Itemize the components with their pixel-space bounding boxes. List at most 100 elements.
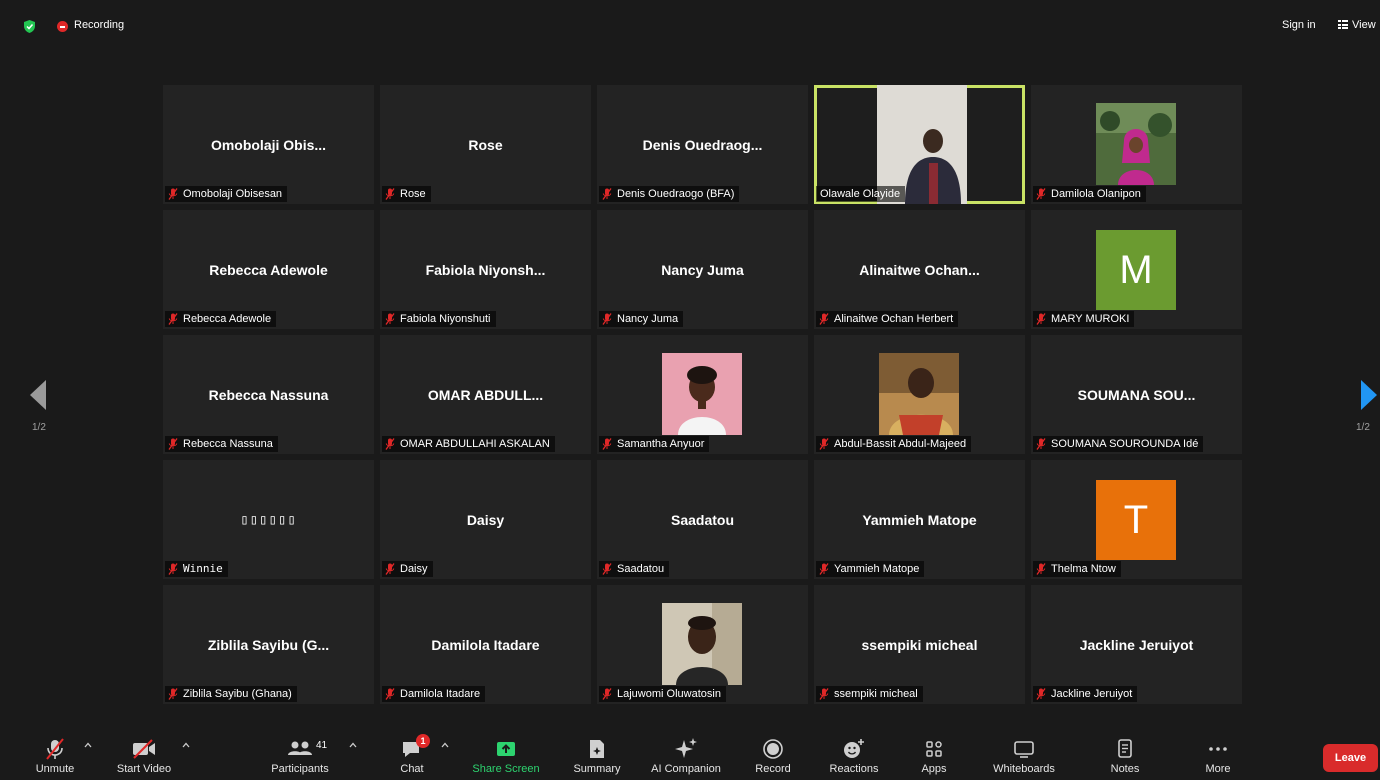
- participant-tile[interactable]: Rose Rose: [380, 85, 591, 204]
- summary-icon: [590, 740, 604, 758]
- participants-chevron-icon[interactable]: [349, 742, 357, 748]
- participant-display-name: Rebecca Nassuna: [208, 387, 329, 403]
- participant-tile[interactable]: Fabiola Niyonsh... Fabiola Niyonshuti: [380, 210, 591, 329]
- participant-name: Omobolaji Obisesan: [183, 188, 283, 200]
- participant-display-name: Damilola Itadare: [431, 637, 540, 653]
- participant-name-label: Lajuwomi Oluwatosin: [599, 686, 726, 702]
- share-screen-label: Share Screen: [472, 763, 540, 775]
- participant-avatar: T: [1096, 480, 1176, 560]
- participant-display-name: Denis Ouedraog...: [642, 137, 763, 153]
- record-button[interactable]: Record: [748, 728, 798, 780]
- chat-chevron-icon[interactable]: [441, 742, 449, 748]
- apps-button[interactable]: Apps: [912, 728, 956, 780]
- participant-name-label: Daisy: [382, 561, 433, 577]
- previous-page-arrow-icon[interactable]: [30, 380, 46, 410]
- participant-tile[interactable]: Denis Ouedraog... Denis Ouedraogo (BFA): [597, 85, 808, 204]
- participant-tile[interactable]: Rebecca Adewole Rebecca Adewole: [163, 210, 374, 329]
- participant-display-name: SOUMANA SOU...: [1077, 387, 1196, 403]
- participant-tile[interactable]: Omobolaji Obis... Omobolaji Obisesan: [163, 85, 374, 204]
- page-indicator-right: 1/2: [1356, 422, 1370, 433]
- participant-tile[interactable]: Jackline Jeruiyot Jackline Jeruiyot: [1031, 585, 1242, 704]
- muted-microphone-icon: [602, 688, 612, 700]
- participant-name: Alinaitwe Ochan Herbert: [834, 313, 954, 325]
- start-video-button[interactable]: Start Video: [112, 728, 176, 780]
- participant-name: Rebecca Nassuna: [183, 438, 273, 450]
- muted-microphone-icon: [385, 313, 395, 325]
- participant-name-label: ssempiki micheal: [816, 686, 923, 702]
- participant-name: Jackline Jeruiyot: [1051, 688, 1133, 700]
- record-label: Record: [755, 763, 791, 775]
- participant-display-name: Nancy Juma: [661, 262, 744, 278]
- leave-button[interactable]: Leave: [1323, 744, 1378, 772]
- participant-tile[interactable]: Samantha Anyuor: [597, 335, 808, 454]
- participant-name-label: Alinaitwe Ochan Herbert: [816, 311, 959, 327]
- audio-options-chevron-icon[interactable]: [84, 742, 92, 748]
- next-page-arrow-icon[interactable]: [1361, 380, 1377, 410]
- muted-microphone-icon: [819, 688, 829, 700]
- participant-display-name: OMAR ABDULL...: [427, 387, 544, 403]
- whiteboards-label: Whiteboards: [993, 763, 1055, 775]
- summary-button[interactable]: Summary: [566, 728, 628, 780]
- recording-icon: [57, 21, 68, 32]
- apps-label: Apps: [921, 763, 947, 775]
- more-button[interactable]: More: [1198, 728, 1238, 780]
- participant-tile[interactable]: Abdul-Bassit Abdul-Majeed: [814, 335, 1025, 454]
- participant-tile[interactable]: Lajuwomi Oluwatosin: [597, 585, 808, 704]
- participant-tile[interactable]: Damilola Itadare Damilola Itadare: [380, 585, 591, 704]
- unmute-button[interactable]: Unmute: [28, 728, 82, 780]
- participant-tile[interactable]: ssempiki micheal ssempiki micheal: [814, 585, 1025, 704]
- reactions-button[interactable]: Reactions: [822, 728, 886, 780]
- participant-name: Saadatou: [617, 563, 665, 575]
- whiteboards-button[interactable]: Whiteboards: [984, 728, 1064, 780]
- top-bar: Recording Sign in View: [0, 0, 1380, 50]
- participant-tile[interactable]: Ziblila Sayibu (G... Ziblila Sayibu (Ghan…: [163, 585, 374, 704]
- notes-button[interactable]: Notes: [1102, 728, 1148, 780]
- share-screen-button[interactable]: Share Screen: [468, 728, 544, 780]
- participant-tile[interactable]: M MARY MUROKI: [1031, 210, 1242, 329]
- participants-icon: [288, 741, 312, 755]
- ai-companion-button[interactable]: AI Companion: [644, 728, 728, 780]
- participant-display-name: Daisy: [466, 512, 505, 528]
- participant-name-label: Olawale Olayide: [816, 186, 906, 202]
- participant-name-label: Rebecca Nassuna: [165, 436, 278, 452]
- participant-name-label: Jackline Jeruiyot: [1033, 686, 1138, 702]
- participant-display-name: Yammieh Matope: [862, 512, 977, 528]
- chat-label: Chat: [400, 763, 424, 775]
- meeting-toolbar: Unmute Start Video Participants 41 Chat …: [0, 728, 1380, 780]
- participant-tile[interactable]: T Thelma Ntow: [1031, 460, 1242, 579]
- participant-name-label: Abdul-Bassit Abdul-Majeed: [816, 436, 972, 452]
- more-label: More: [1205, 763, 1231, 775]
- participant-tile[interactable]: OMAR ABDULL... OMAR ABDULLAHI ASKALAN: [380, 335, 591, 454]
- chat-unread-badge: 1: [416, 734, 430, 748]
- view-button[interactable]: View: [1338, 19, 1376, 31]
- participant-name: OMAR ABDULLAHI ASKALAN: [400, 438, 550, 450]
- muted-microphone-icon: [602, 563, 612, 575]
- participant-tile[interactable]: Rebecca Nassuna Rebecca Nassuna: [163, 335, 374, 454]
- unmute-label: Unmute: [35, 763, 75, 775]
- participant-tile[interactable]: Alinaitwe Ochan... Alinaitwe Ochan Herber…: [814, 210, 1025, 329]
- participant-tile[interactable]: Yammieh Matope Yammieh Matope: [814, 460, 1025, 579]
- participant-name: Samantha Anyuor: [617, 438, 705, 450]
- muted-microphone-icon: [819, 313, 829, 325]
- participants-count: 41: [316, 740, 328, 751]
- recording-label[interactable]: Recording: [74, 19, 124, 31]
- participant-tile[interactable]: SOUMANA SOU... SOUMANA SOUROUNDA Idé: [1031, 335, 1242, 454]
- share-screen-icon: [497, 742, 515, 756]
- participant-name-label: SOUMANA SOUROUNDA Idé: [1033, 436, 1204, 452]
- participant-display-name: Omobolaji Obis...: [210, 137, 327, 153]
- more-ellipsis-icon: [1209, 747, 1227, 751]
- participant-tile[interactable]: Nancy Juma Nancy Juma: [597, 210, 808, 329]
- participant-tile[interactable]: ▯▯▯▯▯▯ Winnie: [163, 460, 374, 579]
- video-off-icon: [133, 739, 155, 759]
- participant-tile[interactable]: Saadatou Saadatou: [597, 460, 808, 579]
- participant-tile[interactable]: Olawale Olayide: [814, 85, 1025, 204]
- muted-microphone-icon: [168, 313, 178, 325]
- participants-button[interactable]: Participants: [262, 728, 338, 780]
- video-options-chevron-icon[interactable]: [182, 742, 190, 748]
- participant-name-label: MARY MUROKI: [1033, 311, 1135, 327]
- grid-view-icon: [1338, 20, 1348, 29]
- encryption-shield-icon[interactable]: [24, 20, 35, 33]
- sign-in-link[interactable]: Sign in: [1282, 19, 1316, 31]
- participant-tile[interactable]: Daisy Daisy: [380, 460, 591, 579]
- participant-tile[interactable]: Damilola Olanipon: [1031, 85, 1242, 204]
